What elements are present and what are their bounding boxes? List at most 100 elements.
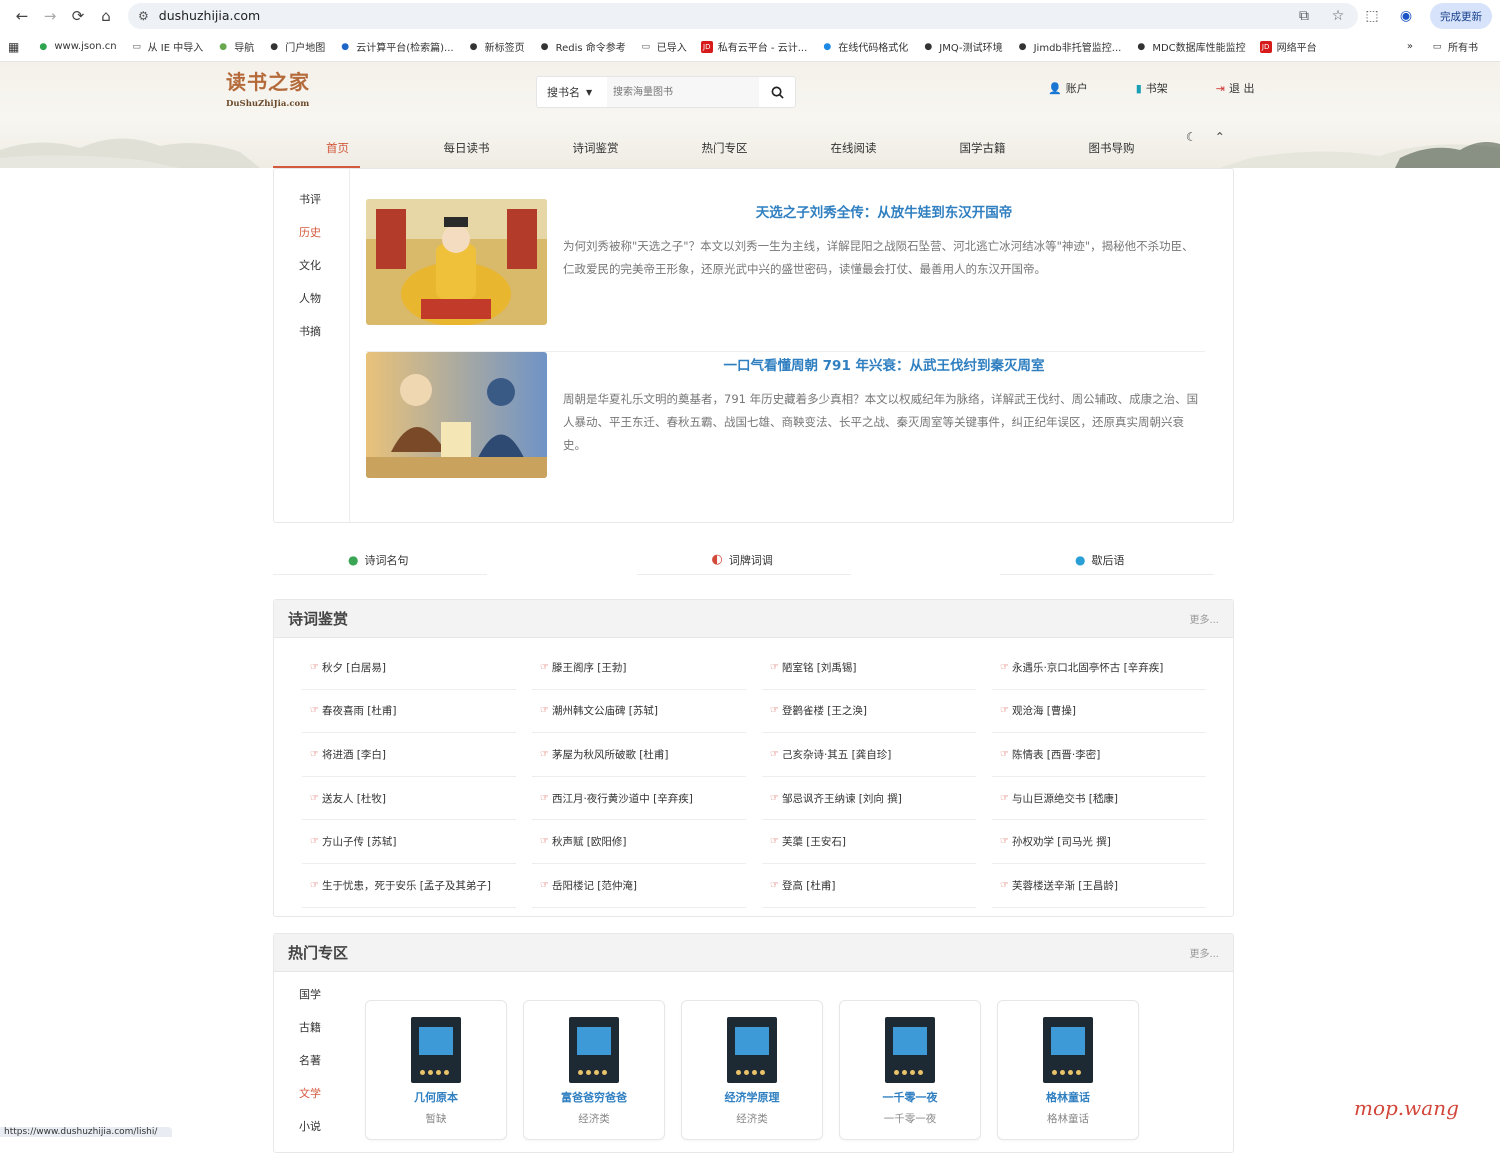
poem-link[interactable]: ☞春夜喜雨 [杜甫] <box>302 690 516 734</box>
more-bookmarks-icon[interactable]: » <box>1407 41 1413 52</box>
category-item[interactable]: 文化 <box>274 257 349 290</box>
article-item[interactable]: 一口气看懂周朝 791 年兴衰：从武王伐纣到秦灭周室 周朝是华夏礼乐文明的奠基者… <box>366 351 1205 503</box>
book-title[interactable]: 格林童话 <box>1046 1089 1090 1105</box>
poem-link[interactable]: ☞将进酒 [李白] <box>302 733 516 777</box>
poem-link[interactable]: ☞潮州韩文公庙碑 [苏轼] <box>532 690 746 734</box>
reload-icon[interactable]: ⟳ <box>64 2 92 30</box>
bookmark-item[interactable]: JD网络平台 <box>1260 39 1317 54</box>
more-link[interactable]: 更多... <box>1189 611 1219 626</box>
site-info-icon[interactable]: ⚙ <box>138 9 149 23</box>
profile-icon[interactable]: ◉ <box>1396 6 1416 26</box>
site-logo[interactable]: 读书之家 DuShuZhiJia.com <box>226 66 310 109</box>
nav-item[interactable]: 热门专区 <box>660 128 789 168</box>
article-title[interactable]: 一口气看懂周朝 791 年兴衰：从武王伐纣到秦灭周室 <box>563 354 1205 374</box>
article-thumbnail[interactable] <box>366 199 547 325</box>
bookmark-item[interactable]: ●Redis 命令参考 <box>539 39 626 54</box>
bookmark-item[interactable]: ●Jimdb非托管监控... <box>1017 39 1122 54</box>
poem-link[interactable]: ☞登高 [杜甫] <box>762 864 976 908</box>
category-item[interactable]: 名著 <box>274 1052 350 1085</box>
bookmark-item[interactable]: ●导航 <box>217 39 254 54</box>
poem-link[interactable]: ☞陋室铭 [刘禹锡] <box>762 646 976 690</box>
article-thumbnail[interactable] <box>366 352 547 478</box>
update-button[interactable]: 完成更新 <box>1430 3 1492 29</box>
category-item[interactable]: 书评 <box>274 191 349 224</box>
category-item[interactable]: 国学 <box>274 986 350 1019</box>
bookmark-item[interactable]: ▭从 IE 中导入 <box>131 39 204 54</box>
category-item[interactable]: 小说 <box>274 1118 350 1151</box>
quick-link[interactable]: ●诗词名句 <box>273 545 487 575</box>
nav-item[interactable]: 图书导购 <box>1047 128 1176 168</box>
category-item[interactable]: 书摘 <box>274 323 349 356</box>
nav-item[interactable]: 首页 <box>273 128 402 168</box>
poem-link[interactable]: ☞观沧海 [曹操] <box>992 690 1206 734</box>
poem-link[interactable]: ☞己亥杂诗·其五 [龚自珍] <box>762 733 976 777</box>
poem-link[interactable]: ☞陈情表 [西晋·李密] <box>992 733 1206 777</box>
poem-link[interactable]: ☞滕王阁序 [王勃] <box>532 646 746 690</box>
poem-link[interactable]: ☞西江月·夜行黄沙道中 [辛弃疾] <box>532 777 746 821</box>
poem-link[interactable]: ☞岳阳楼记 [范仲淹] <box>532 864 746 908</box>
book-cover[interactable] <box>1043 1017 1093 1083</box>
book-cover[interactable] <box>569 1017 619 1083</box>
collapse-icon[interactable]: ⌃ <box>1215 130 1225 144</box>
bookmark-item[interactable]: ●JMQ-测试环境 <box>922 39 1002 54</box>
search-icon[interactable] <box>759 77 795 107</box>
install-app-icon[interactable]: ⧉ <box>1294 6 1314 26</box>
bookmark-item[interactable]: ●云计算平台(检索篇)... <box>339 39 453 54</box>
bookmark-item[interactable]: ▭已导入 <box>640 39 687 54</box>
book-card[interactable]: 富爸爸穷爸爸经济类 <box>523 1000 665 1140</box>
bookmark-item[interactable]: JD私有云平台 - 云计... <box>701 39 808 54</box>
apps-icon[interactable]: ▦ <box>8 40 19 54</box>
book-title[interactable]: 富爸爸穷爸爸 <box>561 1089 627 1105</box>
poem-link[interactable]: ☞方山子传 [苏轼] <box>302 820 516 864</box>
bookmark-star-icon[interactable]: ☆ <box>1328 6 1348 26</box>
account-link[interactable]: 👤账户 <box>1048 80 1088 96</box>
poem-link[interactable]: ☞登鹳雀楼 [王之涣] <box>762 690 976 734</box>
poem-link[interactable]: ☞与山巨源绝交书 [嵇康] <box>992 777 1206 821</box>
poem-link[interactable]: ☞秋声赋 [欧阳修] <box>532 820 746 864</box>
poem-link[interactable]: ☞邹忌讽齐王纳谏 [刘向 撰] <box>762 777 976 821</box>
book-title[interactable]: 几何原本 <box>414 1089 458 1105</box>
quick-link[interactable]: ◐词牌词调 <box>637 545 851 575</box>
dark-mode-icon[interactable]: ☾ <box>1186 130 1197 144</box>
book-cover[interactable] <box>727 1017 777 1083</box>
bookmark-item[interactable]: ●在线代码格式化 <box>821 39 908 54</box>
more-link[interactable]: 更多... <box>1189 945 1219 960</box>
extensions-icon[interactable]: ⬚ <box>1362 6 1382 26</box>
book-cover[interactable] <box>411 1017 461 1083</box>
poem-link[interactable]: ☞生于忧患，死于安乐 [孟子及其弟子] <box>302 864 516 908</box>
back-icon[interactable]: ← <box>8 2 36 30</box>
poem-link[interactable]: ☞芙蓉楼送辛渐 [王昌龄] <box>992 864 1206 908</box>
bookmark-item[interactable]: ●www.json.cn <box>37 39 116 54</box>
book-card[interactable]: 几何原本暂缺 <box>365 1000 507 1140</box>
book-cover[interactable] <box>885 1017 935 1083</box>
nav-item[interactable]: 诗词鉴赏 <box>531 128 660 168</box>
search-type-select[interactable]: 搜书名 ▼ <box>537 84 607 100</box>
poem-link[interactable]: ☞孙权劝学 [司马光 撰] <box>992 820 1206 864</box>
poem-link[interactable]: ☞芙蕖 [王安石] <box>762 820 976 864</box>
article-item[interactable]: 天选之子刘秀全传：从放牛娃到东汉开国帝 为何刘秀被称"天选之子"？本文以刘秀一生… <box>366 199 1205 351</box>
nav-item[interactable]: 在线阅读 <box>789 128 918 168</box>
bookmark-item[interactable]: ●MDC数据库性能监控 <box>1135 39 1245 54</box>
address-bar[interactable]: ⚙ dushuzhijia.com <box>128 3 1358 29</box>
poem-link[interactable]: ☞永遇乐·京口北固亭怀古 [辛弃疾] <box>992 646 1206 690</box>
book-card[interactable]: 经济学原理经济类 <box>681 1000 823 1140</box>
bookmark-item[interactable]: ●新标签页 <box>468 39 525 54</box>
nav-item[interactable]: 国学古籍 <box>918 128 1047 168</box>
logout-link[interactable]: ⇥退 出 <box>1216 80 1255 96</box>
all-bookmarks[interactable]: ▭所有书 <box>1431 39 1478 54</box>
bookmark-item[interactable]: ●门户地图 <box>268 39 325 54</box>
category-item[interactable]: 古籍 <box>274 1019 350 1052</box>
book-title[interactable]: 一千零一夜 <box>883 1089 938 1105</box>
search-input[interactable] <box>607 77 759 107</box>
book-card[interactable]: 格林童话格林童话 <box>997 1000 1139 1140</box>
home-icon[interactable]: ⌂ <box>92 2 120 30</box>
bookshelf-link[interactable]: ▮书架 <box>1136 80 1168 96</box>
category-item[interactable]: 人物 <box>274 290 349 323</box>
quick-link[interactable]: ●歇后语 <box>1000 545 1214 575</box>
poem-link[interactable]: ☞秋夕 [白居易] <box>302 646 516 690</box>
article-title[interactable]: 天选之子刘秀全传：从放牛娃到东汉开国帝 <box>563 201 1205 221</box>
poem-link[interactable]: ☞茅屋为秋风所破歌 [杜甫] <box>532 733 746 777</box>
poem-link[interactable]: ☞送友人 [杜牧] <box>302 777 516 821</box>
book-title[interactable]: 经济学原理 <box>725 1089 780 1105</box>
nav-item[interactable]: 每日读书 <box>402 128 531 168</box>
